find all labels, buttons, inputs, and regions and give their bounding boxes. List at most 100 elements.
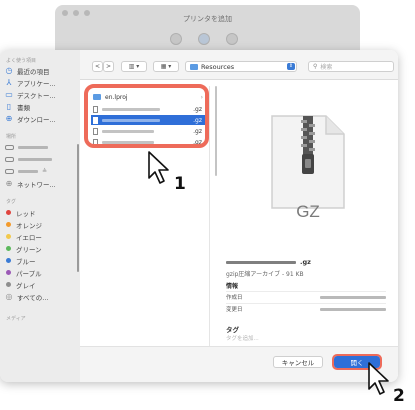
sidebar-item-recents[interactable]: ◷ 最近の項目	[5, 65, 75, 76]
pointer-icon	[148, 151, 169, 184]
all-tags-icon: ◎	[5, 291, 13, 301]
sidebar-tag-all[interactable]: ◎ すべての...	[5, 291, 75, 302]
sidebar-item-disk-3[interactable]: ≜	[5, 166, 75, 177]
chevron-updown-icon: ⇕	[287, 63, 295, 70]
sidebar-tag-red[interactable]: レッド	[5, 207, 75, 218]
tag-label: グレイ	[16, 281, 36, 290]
blurred-label	[18, 146, 48, 149]
green-dot-icon	[6, 246, 11, 251]
purple-dot-icon	[6, 270, 11, 275]
view-gallery-button[interactable]: ▦ ▾	[153, 61, 179, 72]
sidebar-item-network[interactable]: ⊕ ネットワー...	[5, 178, 75, 189]
sidebar-tag-purple[interactable]: パープル	[5, 267, 75, 278]
default-printer-icon[interactable]	[170, 33, 182, 45]
columns-view-icon: ▥ ▾	[128, 63, 140, 70]
preview-file-ext: .gz	[300, 258, 311, 266]
blurred-label	[18, 158, 52, 161]
media-header: メディア	[6, 316, 26, 322]
sidebar-item-label: アプリケー...	[17, 79, 56, 88]
network-icon: ⊕	[5, 178, 13, 188]
sidebar-item-label: ネットワー...	[17, 180, 56, 189]
sidebar-item-label: 最近の項目	[17, 67, 50, 76]
info-header: 情報	[226, 283, 239, 290]
disk-icon	[5, 169, 14, 174]
grid-view-icon: ▦ ▾	[160, 63, 172, 70]
sidebar-item-disk-2[interactable]	[5, 154, 75, 165]
view-columns-button[interactable]: ▥ ▾	[121, 61, 147, 72]
search-field[interactable]: ⚲ 検索	[308, 61, 394, 72]
tag-label: パープル	[16, 269, 42, 278]
sidebar-item-disk-1[interactable]	[5, 142, 75, 153]
sidebar-item-downloads[interactable]: ⊕ ダウンロー...	[5, 113, 75, 124]
printer-window-title: プリンタを追加	[183, 15, 232, 23]
ip-printer-icon[interactable]	[198, 33, 210, 45]
disk-icon	[5, 157, 14, 162]
favorites-header: よく使う項目	[6, 58, 37, 64]
blurred-file-name	[226, 260, 296, 264]
sidebar-item-label: デスクトー...	[17, 91, 56, 100]
sidebar-tag-orange[interactable]: オレンジ	[5, 219, 75, 230]
blurred-modified-date	[320, 307, 386, 311]
path-label: Resources	[201, 62, 235, 71]
screenshot-stage: プリンタを追加 よく使う項目 ◷ 最近の項目 ⅄ アプリケー... ▭ デスクト…	[0, 0, 415, 410]
preview-file-name: .gz	[226, 258, 386, 266]
sidebar: よく使う項目 ◷ 最近の項目 ⅄ アプリケー... ▭ デスクトー... ▯ 書…	[0, 50, 80, 382]
desktop-icon: ▭	[5, 89, 13, 99]
forward-button[interactable]: >	[103, 61, 114, 72]
search-placeholder: 検索	[320, 64, 333, 71]
red-dot-icon	[6, 210, 11, 215]
back-button[interactable]: <	[92, 61, 103, 72]
modified-row: 変更日	[226, 303, 386, 314]
preview-extension-text: GZ	[296, 202, 320, 221]
callout-number-1: 1	[174, 174, 186, 194]
apps-icon: ⅄	[6, 77, 12, 87]
sidebar-item-documents[interactable]: ▯ 書類	[5, 101, 75, 112]
sidebar-item-applications[interactable]: ⅄ アプリケー...	[5, 77, 75, 88]
windows-printer-icon[interactable]	[226, 33, 238, 45]
modified-label: 変更日	[226, 307, 243, 313]
eject-icon[interactable]: ≜	[42, 168, 47, 175]
sidebar-tag-blue[interactable]: ブルー	[5, 255, 75, 266]
sidebar-tag-green[interactable]: グリーン	[5, 243, 75, 254]
tag-label: グリーン	[16, 245, 42, 254]
sidebar-item-label: 書類	[17, 103, 30, 112]
cancel-button[interactable]: キャンセル	[273, 356, 323, 368]
sidebar-tag-yellow[interactable]: イエロー	[5, 231, 75, 242]
preview-kind: gzip圧縮アーカイブ - 91 KB	[226, 271, 304, 278]
gray-dot-icon	[6, 282, 11, 287]
sidebar-tag-gray[interactable]: グレイ	[5, 279, 75, 290]
sidebar-item-desktop[interactable]: ▭ デスクトー...	[5, 89, 75, 100]
search-icon: ⚲	[313, 63, 318, 70]
clock-icon: ◷	[5, 65, 13, 75]
document-icon: ▯	[6, 101, 12, 111]
callout-number-2: 2	[393, 386, 405, 406]
tag-label: イエロー	[16, 233, 42, 242]
highlight-box	[84, 84, 209, 148]
blurred-created-date	[320, 295, 386, 299]
sidebar-scrollbar[interactable]	[77, 144, 79, 272]
gz-archive-icon	[271, 115, 345, 209]
dialog-toolbar: < > ▥ ▾ ▦ ▾ Resources ⇕ ⚲ 検索	[80, 50, 398, 80]
tag-label: ブルー	[16, 257, 36, 266]
created-label: 作成日	[226, 295, 243, 301]
locations-header: 場所	[6, 134, 17, 140]
tag-label: すべての...	[17, 293, 49, 302]
sidebar-item-label: ダウンロー...	[17, 115, 56, 124]
blue-dot-icon	[6, 258, 11, 263]
disk-icon	[5, 145, 14, 150]
orange-dot-icon	[6, 222, 11, 227]
blurred-label	[18, 170, 38, 173]
dialog-footer: キャンセル 開く	[80, 346, 398, 382]
tags-header: タグ	[6, 199, 17, 205]
created-row: 作成日	[226, 291, 386, 302]
folder-icon	[190, 63, 198, 70]
tags-input[interactable]: タグを追加...	[226, 334, 259, 342]
printer-toolbar	[170, 33, 238, 45]
yellow-dot-icon	[6, 234, 11, 239]
tags-header: タグ	[226, 326, 239, 334]
path-popup[interactable]: Resources ⇕	[185, 61, 297, 72]
tag-label: オレンジ	[16, 221, 42, 230]
pointer-icon	[368, 362, 389, 395]
tag-label: レッド	[16, 209, 36, 218]
column-scrollbar[interactable]	[215, 86, 217, 176]
